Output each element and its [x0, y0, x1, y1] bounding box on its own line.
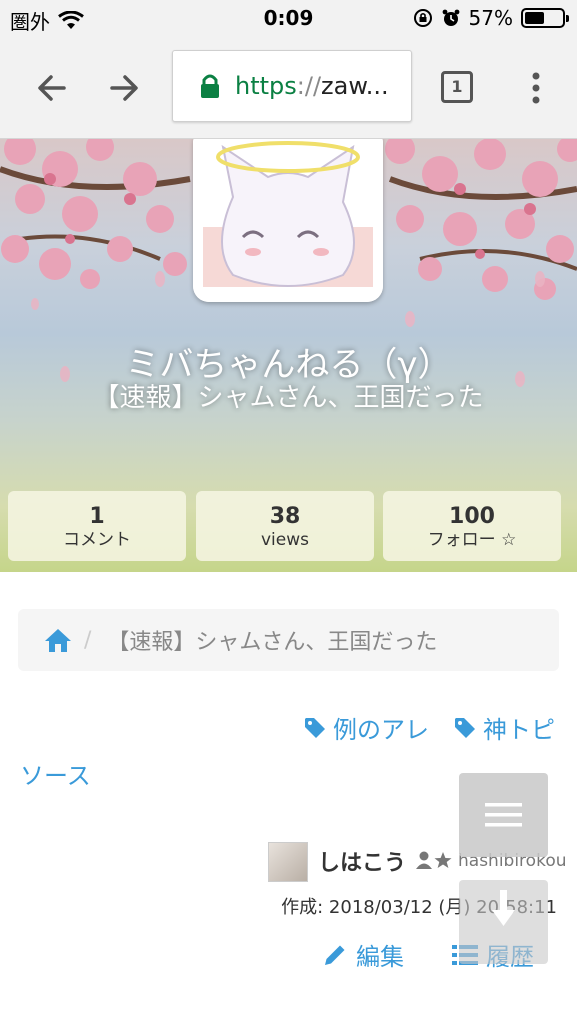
edit-label: 編集 — [356, 943, 404, 971]
author-avatar[interactable] — [268, 842, 308, 882]
stat-follow-button[interactable]: 100 フォロー ☆ — [383, 491, 561, 561]
status-right: 57% — [413, 6, 569, 30]
channel-avatar[interactable] — [193, 139, 383, 302]
tag-list: 例のアレ 神トピ — [303, 710, 555, 745]
tag-icon — [305, 717, 325, 738]
stat-value: 1 — [89, 504, 105, 529]
breadcrumb: / 【速報】シャムさん、王国だった — [18, 609, 559, 671]
pencil-icon — [325, 945, 345, 965]
address-bar[interactable]: https://zaw... — [172, 50, 412, 122]
stat-label: コメント — [63, 530, 131, 550]
hero-banner: ミバちゃんねる（γ） 【速報】シャムさん、王国だった 1 コメント 38 vie… — [0, 139, 577, 572]
edit-button[interactable]: 編集 — [322, 937, 404, 972]
stat-value: 38 — [269, 504, 301, 529]
tag-label: 例のアレ — [333, 716, 429, 744]
mascot-image — [193, 139, 383, 302]
author-name[interactable]: しはこう — [318, 845, 406, 877]
breadcrumb-separator: / — [84, 627, 92, 653]
tag-link[interactable]: 例のアレ — [303, 710, 429, 745]
stat-comments[interactable]: 1 コメント — [8, 491, 186, 561]
floating-menu-button[interactable] — [459, 773, 548, 857]
tag-link[interactable]: 神トピ — [453, 710, 555, 745]
source-link[interactable]: ソース — [20, 756, 91, 791]
hamburger-icon — [485, 803, 522, 827]
url-scheme: https — [235, 72, 297, 100]
status-bar: 圏外 0:09 57% — [0, 0, 577, 38]
forward-arrow-icon[interactable] — [104, 68, 144, 108]
home-icon[interactable] — [44, 627, 72, 653]
rotation-lock-icon — [413, 9, 432, 27]
back-arrow-icon[interactable] — [32, 68, 72, 108]
tab-switcher-button[interactable]: 1 — [441, 71, 473, 103]
alarm-icon — [442, 9, 459, 26]
arrow-down-icon — [492, 890, 515, 926]
stat-views: 38 views — [196, 491, 374, 561]
breadcrumb-current: 【速報】シャムさん、王国だった — [107, 630, 438, 655]
tag-label: 神トピ — [483, 716, 555, 744]
stat-label: views — [260, 530, 309, 550]
stat-value: 100 — [449, 504, 495, 529]
site-subtitle: 【速報】シャムさん、王国だった — [93, 383, 484, 413]
url-host: zaw... — [321, 72, 389, 100]
tag-icon — [455, 717, 475, 738]
lock-icon — [201, 74, 219, 98]
battery-percent: 57% — [468, 6, 513, 30]
url-separator: :// — [296, 72, 322, 100]
battery-level — [525, 12, 544, 24]
overflow-menu-icon[interactable] — [526, 68, 546, 108]
browser-toolbar: https://zaw... 1 — [0, 38, 577, 139]
scroll-down-button[interactable] — [459, 880, 548, 964]
stat-label: フォロー ☆ — [427, 530, 517, 550]
battery-icon — [521, 8, 569, 28]
user-star-icon — [416, 851, 452, 869]
